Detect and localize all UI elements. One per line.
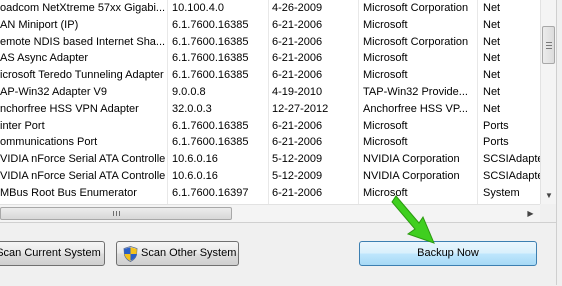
table-row[interactable]: inter Port 6.1.7600.16385 6-21-2006 Microso… [0, 118, 540, 135]
cell-provider: Microsoft [363, 69, 408, 82]
cell-provider: Microsoft Corporation [363, 35, 469, 48]
cell-version: 6.1.7600.16385 [172, 69, 249, 82]
cell-class: Net [483, 18, 501, 31]
cell-date: 12-27-2012 [272, 102, 329, 115]
cell-provider: Anchorfree HSS VP... [363, 102, 468, 115]
scan-other-system-label: Scan Other System [141, 247, 237, 259]
cell-class: Net [483, 52, 501, 65]
cell-version: 6.1.7600.16385 [172, 136, 249, 149]
cell-name: icrosoft Teredo Tunneling Adapter [0, 69, 164, 82]
grip-line [113, 211, 114, 216]
cell-date: 6-21-2006 [272, 119, 323, 132]
cell-version: 6.1.7600.16397 [172, 186, 249, 199]
cell-name: AN Miniport (IP) [0, 18, 79, 31]
table-row[interactable]: AP-Win32 Adapter V9 9.0.0.8 4-19-2010 TAP-W… [0, 84, 540, 101]
cell-class: Ports [483, 136, 509, 149]
table-row[interactable]: nchorfree HSS VPN Adapter 32.0.0.3 12-27-2… [0, 101, 540, 118]
cell-version: 32.0.0.3 [172, 102, 212, 115]
scroll-down-arrow-icon[interactable]: ▼ [541, 188, 557, 204]
horizontal-scroll-thumb[interactable] [0, 207, 232, 220]
vertical-scroll-thumb[interactable] [542, 26, 555, 64]
cell-date: 5-12-2009 [272, 170, 323, 182]
scan-current-system-button[interactable]: Scan Current System [0, 241, 105, 266]
cell-version: 10.6.0.16 [172, 170, 218, 182]
cell-provider: NVIDIA Corporation [363, 153, 460, 166]
table-row[interactable]: oadcom NetXtreme 57xx Gigabi... 10.100.4.… [0, 0, 540, 17]
cell-date: 5-12-2009 [272, 153, 323, 166]
cell-date: 6-21-2006 [272, 69, 323, 82]
cell-date: 6-21-2006 [272, 52, 323, 65]
vertical-scrollbar[interactable]: ▼ [540, 0, 557, 204]
table-row[interactable]: MBus Root Bus Enumerator 6.1.7600.16397 6-… [0, 185, 540, 202]
cell-version: 10.6.0.16 [172, 153, 218, 166]
cell-name: emote NDIS based Internet Sha... [0, 35, 165, 48]
cell-version: 6.1.7600.16385 [172, 119, 249, 132]
table-row[interactable]: icrosoft Teredo Tunneling Adapter 6.1.760… [0, 67, 540, 84]
cell-version: 10.100.4.0 [172, 2, 224, 14]
cell-provider: NVIDIA Corporation [363, 170, 460, 182]
cell-name: VIDIA nForce Serial ATA Controller [0, 170, 165, 182]
grip-line [546, 48, 552, 49]
horizontal-scrollbar[interactable]: ▶ [0, 204, 540, 222]
cell-date: 6-21-2006 [272, 186, 323, 199]
grip-line [116, 211, 117, 216]
cell-name: VIDIA nForce Serial ATA Controller [0, 153, 165, 166]
cell-date: 6-21-2006 [272, 35, 323, 48]
grip-line [119, 211, 120, 216]
cell-class: Net [483, 86, 501, 98]
cell-provider: Microsoft [363, 119, 408, 132]
table-row[interactable]: AN Miniport (IP) 6.1.7600.16385 6-21-2006 M… [0, 17, 540, 34]
scan-other-system-button[interactable]: Scan Other System [116, 241, 239, 266]
cell-name: AP-Win32 Adapter V9 [0, 86, 108, 98]
cell-date: 4-19-2010 [272, 86, 323, 98]
scroll-right-arrow-icon[interactable]: ▶ [522, 205, 539, 222]
scan-current-system-label: Scan Current System [0, 247, 101, 259]
table-row[interactable]: AS Async Adapter 6.1.7600.16385 6-21-2006 M… [0, 50, 540, 67]
cell-class: SCSIAdapter [483, 153, 540, 166]
uac-shield-icon [123, 246, 138, 262]
cell-name: oadcom NetXtreme 57xx Gigabi... [0, 2, 165, 14]
cell-class: Net [483, 69, 501, 82]
cell-date: 4-26-2009 [272, 2, 323, 14]
cell-name: nchorfree HSS VPN Adapter [0, 102, 139, 115]
cell-name: ommunications Port [0, 136, 98, 149]
cell-class: System [483, 186, 520, 199]
cell-provider: Microsoft [363, 136, 408, 149]
cell-class: SCSIAdapter [483, 170, 540, 182]
cell-name: AS Async Adapter [0, 52, 89, 65]
cell-provider: TAP-Win32 Provide... [363, 86, 468, 98]
cell-provider: Microsoft [363, 18, 408, 31]
scrollbar-corner [540, 204, 556, 222]
backup-now-button[interactable]: Backup Now [359, 241, 537, 266]
grip-line [546, 42, 552, 43]
green-arrow-icon [391, 195, 435, 244]
cell-date: 6-21-2006 [272, 136, 323, 149]
table-row[interactable]: emote NDIS based Internet Sha... 6.1.7600… [0, 34, 540, 51]
cell-class: Net [483, 102, 501, 115]
table-row[interactable]: VIDIA nForce Serial ATA Controller 10.6.0… [0, 151, 540, 168]
window-border [556, 0, 562, 285]
cell-name: MBus Root Bus Enumerator [0, 186, 137, 199]
cell-date: 6-21-2006 [272, 18, 323, 31]
cell-class: Net [483, 2, 501, 14]
table-row[interactable]: VIDIA nForce Serial ATA Controller 10.6.0… [0, 168, 540, 185]
cell-name: inter Port [0, 119, 45, 132]
cell-class: Net [483, 35, 501, 48]
grip-line [546, 45, 552, 46]
cell-class: Ports [483, 119, 509, 132]
cell-version: 6.1.7600.16385 [172, 52, 249, 65]
cell-version: 6.1.7600.16385 [172, 35, 249, 48]
cell-version: 6.1.7600.16385 [172, 18, 249, 31]
cell-version: 9.0.0.8 [172, 86, 206, 98]
cell-provider: Microsoft Corporation [363, 2, 469, 14]
table-row[interactable]: ommunications Port 6.1.7600.16385 6-21-200… [0, 134, 540, 151]
cell-provider: Microsoft [363, 52, 408, 65]
driver-list: oadcom NetXtreme 57xx Gigabi... 10.100.4.… [0, 0, 540, 204]
